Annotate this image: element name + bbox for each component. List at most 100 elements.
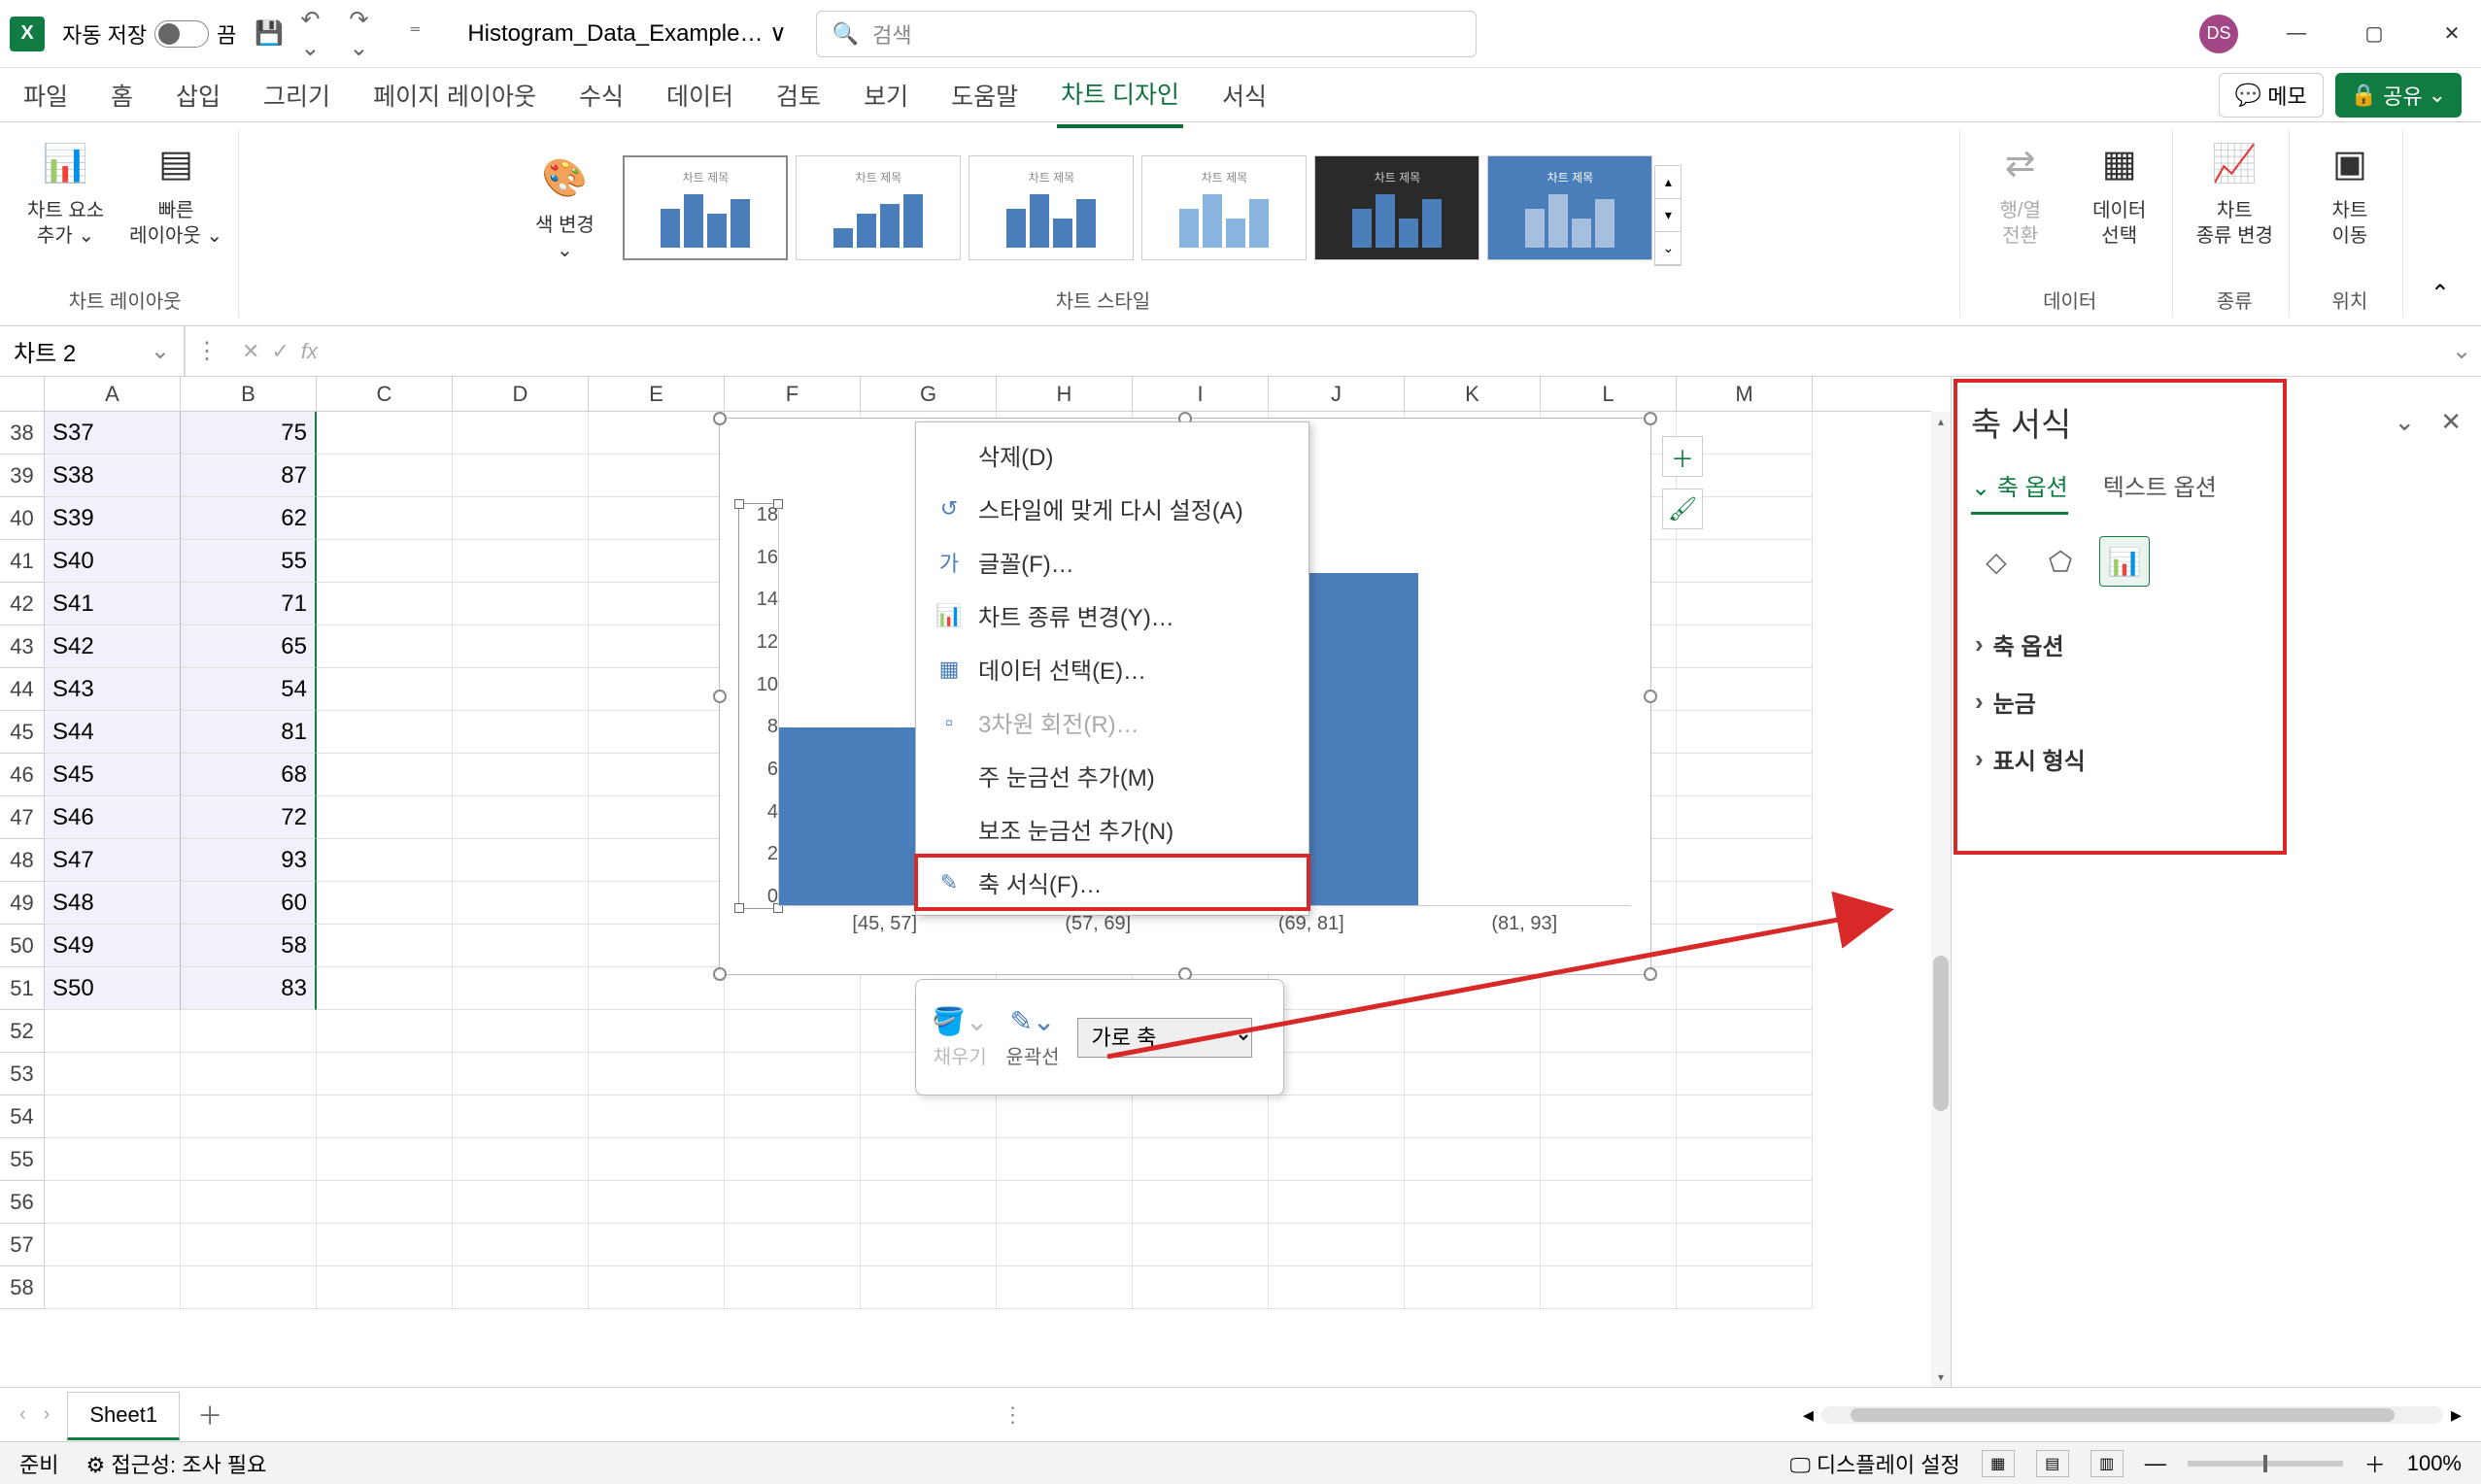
cell[interactable] bbox=[45, 1266, 181, 1309]
row-header[interactable]: 57 bbox=[0, 1224, 45, 1266]
cell[interactable] bbox=[1677, 839, 1813, 882]
cell[interactable] bbox=[1677, 540, 1813, 583]
pane-tab-text-options[interactable]: 텍스트 옵션 bbox=[2103, 468, 2217, 515]
cell[interactable] bbox=[589, 1138, 725, 1181]
cell[interactable]: S49 bbox=[45, 925, 181, 967]
minimize-button[interactable]: — bbox=[2277, 15, 2316, 53]
cell[interactable] bbox=[1677, 1010, 1813, 1053]
row-header[interactable]: 56 bbox=[0, 1181, 45, 1224]
col-header-B[interactable]: B bbox=[181, 377, 317, 411]
cell[interactable] bbox=[317, 967, 453, 1010]
cell[interactable]: S38 bbox=[45, 455, 181, 497]
cell[interactable] bbox=[45, 1138, 181, 1181]
cell[interactable] bbox=[45, 1010, 181, 1053]
cell[interactable]: S37 bbox=[45, 412, 181, 455]
cell[interactable] bbox=[45, 1053, 181, 1096]
cell[interactable]: S45 bbox=[45, 754, 181, 796]
cell[interactable] bbox=[589, 1266, 725, 1309]
cell[interactable] bbox=[453, 1053, 589, 1096]
cell[interactable]: 72 bbox=[181, 796, 317, 839]
cell[interactable] bbox=[317, 1096, 453, 1138]
cell[interactable] bbox=[997, 1138, 1133, 1181]
cell[interactable] bbox=[453, 1010, 589, 1053]
pane-close-button[interactable]: ✕ bbox=[2440, 407, 2462, 437]
undo-icon[interactable]: ↶ ⌄ bbox=[300, 17, 335, 51]
effects-icon[interactable]: ⬠ bbox=[2035, 536, 2086, 587]
cell[interactable] bbox=[589, 455, 725, 497]
cell[interactable] bbox=[317, 668, 453, 711]
cell[interactable] bbox=[725, 1053, 861, 1096]
cell[interactable] bbox=[589, 540, 725, 583]
cell[interactable] bbox=[725, 1266, 861, 1309]
redo-icon[interactable]: ↷ ⌄ bbox=[349, 17, 384, 51]
axis-options-icon[interactable]: 📊 bbox=[2099, 536, 2150, 587]
cell[interactable] bbox=[725, 1181, 861, 1224]
cell[interactable] bbox=[181, 1053, 317, 1096]
cell[interactable]: 65 bbox=[181, 625, 317, 668]
col-header-J[interactable]: J bbox=[1269, 377, 1405, 411]
cell[interactable] bbox=[589, 967, 725, 1010]
tab-insert[interactable]: 삽입 bbox=[172, 64, 224, 126]
tab-help[interactable]: 도움말 bbox=[947, 64, 1022, 126]
cell[interactable] bbox=[589, 1224, 725, 1266]
col-header-D[interactable]: D bbox=[453, 377, 589, 411]
tab-file[interactable]: 파일 bbox=[19, 64, 72, 126]
chart-style-1[interactable]: 차트 제목 bbox=[623, 155, 788, 260]
row-header[interactable]: 45 bbox=[0, 711, 45, 754]
cell[interactable] bbox=[1677, 1096, 1813, 1138]
cell[interactable] bbox=[589, 711, 725, 754]
cell[interactable] bbox=[725, 1010, 861, 1053]
normal-view-button[interactable]: ▦ bbox=[1982, 1450, 2015, 1477]
switch-row-col-button[interactable]: ⇄ 행/열 전환 bbox=[1980, 134, 2061, 253]
cell[interactable] bbox=[317, 412, 453, 455]
context-menu-item[interactable]: ✎축 서식(F)… bbox=[916, 856, 1308, 909]
cell[interactable]: S46 bbox=[45, 796, 181, 839]
cell[interactable]: S50 bbox=[45, 967, 181, 1010]
select-all-corner[interactable] bbox=[0, 377, 45, 411]
cell[interactable]: 81 bbox=[181, 711, 317, 754]
tab-data[interactable]: 데이터 bbox=[663, 64, 737, 126]
cell[interactable] bbox=[1677, 1053, 1813, 1096]
scroll-thumb[interactable] bbox=[1933, 956, 1949, 1111]
col-header-H[interactable]: H bbox=[997, 377, 1133, 411]
cell[interactable] bbox=[1677, 625, 1813, 668]
cell[interactable] bbox=[317, 497, 453, 540]
chart-handle[interactable] bbox=[1644, 690, 1657, 703]
zoom-slider[interactable] bbox=[2188, 1461, 2343, 1467]
cell[interactable] bbox=[317, 1010, 453, 1053]
row-header[interactable]: 41 bbox=[0, 540, 45, 583]
cell[interactable] bbox=[1541, 1053, 1677, 1096]
row-header[interactable]: 55 bbox=[0, 1138, 45, 1181]
cell[interactable] bbox=[1541, 1266, 1677, 1309]
sheet-tab-sheet1[interactable]: Sheet1 bbox=[67, 1392, 180, 1440]
cell[interactable] bbox=[317, 754, 453, 796]
cell[interactable] bbox=[589, 754, 725, 796]
col-header-F[interactable]: F bbox=[725, 377, 861, 411]
context-menu-item[interactable]: 📊차트 종류 변경(Y)… bbox=[916, 589, 1308, 642]
chart-handle[interactable] bbox=[713, 967, 727, 981]
section-tick-marks[interactable]: 눈금 bbox=[1971, 673, 2462, 730]
enter-icon[interactable]: ✓ bbox=[271, 339, 289, 364]
cell[interactable]: S44 bbox=[45, 711, 181, 754]
ribbon-collapse-button[interactable]: ⌃ bbox=[2411, 130, 2469, 318]
cell[interactable] bbox=[1541, 1224, 1677, 1266]
cell[interactable] bbox=[589, 1010, 725, 1053]
quick-layout-button[interactable]: ▤ 빠른 레이아웃 ⌄ bbox=[125, 134, 226, 253]
autosave-toggle[interactable]: 자동 저장 끔 bbox=[62, 18, 236, 50]
row-header[interactable]: 47 bbox=[0, 796, 45, 839]
sheet-tab-more[interactable]: ⋮ bbox=[1003, 1402, 1024, 1428]
cell[interactable] bbox=[317, 1181, 453, 1224]
cell[interactable] bbox=[1269, 1266, 1405, 1309]
cell[interactable] bbox=[589, 1096, 725, 1138]
row-header[interactable]: 53 bbox=[0, 1053, 45, 1096]
cell[interactable] bbox=[1677, 754, 1813, 796]
maximize-button[interactable]: ▢ bbox=[2355, 15, 2394, 53]
cell[interactable] bbox=[861, 1266, 997, 1309]
cell[interactable] bbox=[589, 796, 725, 839]
cell[interactable] bbox=[317, 1224, 453, 1266]
cell[interactable] bbox=[589, 925, 725, 967]
scroll-down-icon[interactable]: ▾ bbox=[1931, 1367, 1951, 1387]
context-menu-item[interactable]: 주 눈금선 추가(M) bbox=[916, 749, 1308, 802]
display-settings[interactable]: 🖵 디스플레이 설정 bbox=[1790, 1448, 1960, 1479]
col-header-C[interactable]: C bbox=[317, 377, 453, 411]
